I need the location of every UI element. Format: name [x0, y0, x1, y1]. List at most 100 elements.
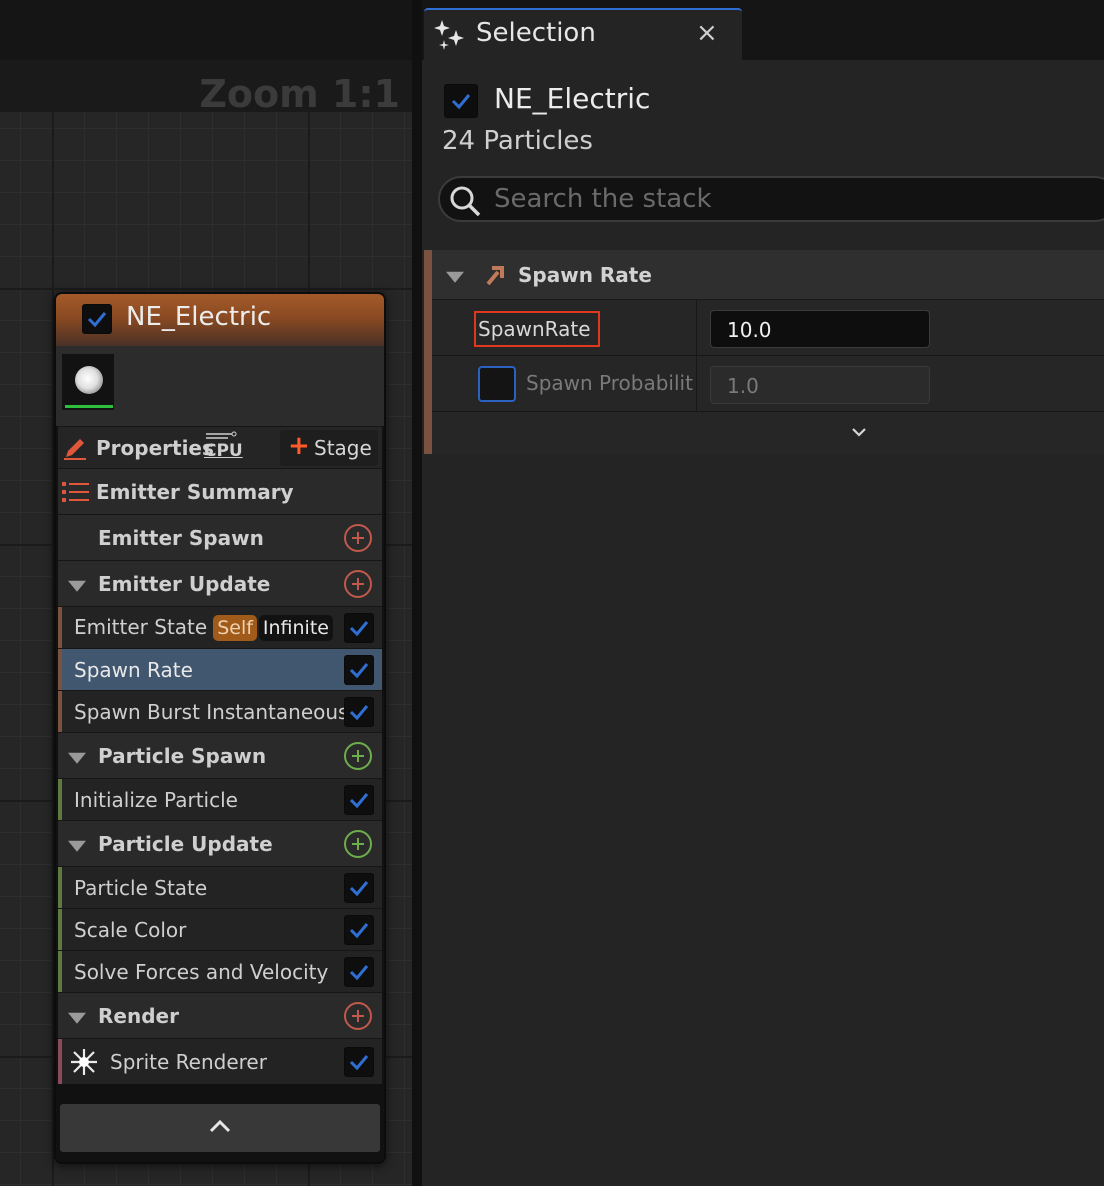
collapse-triangle-icon[interactable] [68, 1012, 86, 1024]
render-module-stripe [58, 1039, 62, 1084]
particle-count: 24 Particles [442, 126, 593, 156]
properties-label: Properties [96, 435, 214, 460]
chevron-up-icon [209, 1119, 231, 1133]
particle-spawn-label: Particle Spawn [98, 743, 267, 768]
emitter-thumbnail[interactable] [62, 354, 114, 410]
particle-module-stripe [58, 779, 62, 820]
collapse-triangle-icon[interactable] [68, 840, 86, 852]
cpu-label: CPU [204, 441, 243, 461]
module-row-particle-state[interactable]: Particle State [58, 866, 382, 908]
collapse-triangle-icon[interactable] [446, 271, 464, 283]
spawn-probability-value-field[interactable]: 1.0 [710, 366, 930, 404]
add-module-emitter-update-button[interactable] [344, 569, 372, 598]
column-divider [696, 356, 697, 411]
graph-canvas[interactable]: Zoom 1:1 NE_Electric Properties CPU + St… [0, 0, 412, 1186]
module-row-initialize-particle[interactable]: Initialize Particle [58, 778, 382, 820]
spawn-probability-enable-checkbox[interactable] [478, 366, 516, 402]
emitter-node-header[interactable]: NE_Electric [56, 294, 384, 346]
spawn-rate-section-header[interactable]: Spawn Rate [432, 250, 1104, 300]
expand-advanced-button[interactable] [432, 412, 1104, 454]
add-stage-button[interactable]: + Stage [280, 430, 378, 466]
stage-label: Stage [314, 436, 372, 460]
sprite-renderer-enable-checkbox[interactable] [344, 1046, 374, 1077]
panel-splitter[interactable] [412, 0, 422, 1186]
initialize-particle-enable-checkbox[interactable] [344, 784, 374, 815]
add-module-emitter-spawn-button[interactable] [344, 523, 372, 552]
spawn-burst-label: Spawn Burst Instantaneous [74, 699, 349, 724]
emitter-summary-label: Emitter Summary [96, 479, 294, 504]
selection-tab-title: Selection [476, 18, 596, 48]
module-stack: Spawn Rate SpawnRate 10.0 Spawn Probabil… [424, 250, 1104, 454]
properties-row[interactable]: Properties CPU + Stage [58, 426, 382, 468]
add-module-particle-spawn-button[interactable] [344, 741, 372, 770]
emitter-state-enable-checkbox[interactable] [344, 612, 374, 643]
module-row-spawn-burst[interactable]: Spawn Burst Instantaneous [58, 690, 382, 732]
emitter-node[interactable]: NE_Electric Properties CPU + Stage Emitt… [54, 292, 386, 1164]
search-input[interactable] [494, 182, 1094, 216]
scale-color-enable-checkbox[interactable] [344, 914, 374, 945]
close-tab-button[interactable]: × [696, 18, 718, 48]
check-icon [87, 312, 107, 328]
emitter-spawn-group[interactable]: Emitter Spawn [58, 514, 382, 560]
render-group[interactable]: Render [58, 992, 382, 1038]
particle-update-group[interactable]: Particle Update [58, 820, 382, 866]
param-row-spawnrate[interactable]: SpawnRate 10.0 [432, 300, 1104, 356]
check-icon [349, 964, 369, 980]
emitter-enable-checkbox[interactable] [82, 304, 112, 334]
emitter-spawn-label: Emitter Spawn [98, 525, 264, 550]
spawn-burst-enable-checkbox[interactable] [344, 696, 374, 727]
pencil-icon [64, 439, 86, 460]
particle-preview-sphere [75, 366, 103, 394]
collapse-triangle-icon[interactable] [68, 752, 86, 764]
solve-forces-enable-checkbox[interactable] [344, 956, 374, 987]
sparkle-burst-icon [71, 1049, 97, 1075]
sprite-renderer-label: Sprite Renderer [110, 1049, 267, 1074]
solve-forces-label: Solve Forces and Velocity [74, 959, 329, 984]
emitter-summary-row[interactable]: Emitter Summary [58, 468, 382, 514]
param-name-spawnrate[interactable]: SpawnRate [474, 311, 600, 347]
emitter-module-stripe [58, 607, 62, 648]
module-row[interactable]: Emitter State Self Infinite [58, 606, 382, 648]
tab-selection[interactable]: Selection × [424, 8, 742, 60]
particle-update-label: Particle Update [98, 831, 273, 856]
emitter-state-label: Emitter State [74, 614, 208, 639]
panel-emitter-enable-checkbox[interactable] [444, 84, 478, 118]
module-row-spawn-rate[interactable]: Spawn Rate [58, 648, 382, 690]
spawnrate-value-field[interactable]: 10.0 [710, 310, 930, 348]
collapse-node-button[interactable] [60, 1104, 380, 1152]
module-row-label: Emitter State Self Infinite [74, 614, 333, 641]
render-label: Render [98, 1003, 179, 1028]
section-title: Spawn Rate [518, 263, 652, 287]
module-row-scale-color[interactable]: Scale Color [58, 908, 382, 950]
add-renderer-button[interactable] [344, 1001, 372, 1030]
search-icon [450, 186, 481, 217]
check-icon [349, 620, 369, 636]
plus-icon: + [288, 431, 310, 461]
spawn-rate-enable-checkbox[interactable] [344, 654, 374, 685]
arrow-up-right-icon [486, 266, 504, 286]
spawn-rate-label: Spawn Rate [74, 657, 193, 682]
infinite-badge: Infinite [258, 614, 333, 641]
emitter-update-label: Emitter Update [98, 571, 271, 596]
check-icon [349, 1054, 369, 1070]
module-row-sprite-renderer[interactable]: Sprite Renderer [58, 1038, 382, 1084]
add-module-particle-update-button[interactable] [344, 829, 372, 858]
collapse-triangle-icon[interactable] [68, 580, 86, 592]
self-badge: Self [213, 614, 257, 641]
particle-state-label: Particle State [74, 875, 208, 900]
check-icon [349, 880, 369, 896]
stack-search-box[interactable] [438, 176, 1104, 222]
particle-state-enable-checkbox[interactable] [344, 872, 374, 903]
check-icon [349, 662, 369, 678]
check-icon [451, 94, 471, 110]
particle-spawn-group[interactable]: Particle Spawn [58, 732, 382, 778]
param-row-spawn-probability[interactable]: Spawn Probabilit 1.0 [432, 356, 1104, 412]
emitter-module-stripe [424, 250, 432, 454]
initialize-particle-label: Initialize Particle [74, 787, 238, 812]
zoom-label: Zoom 1:1 [199, 72, 400, 116]
module-row-solve-forces[interactable]: Solve Forces and Velocity [58, 950, 382, 992]
emitter-update-group[interactable]: Emitter Update [58, 560, 382, 606]
emitter-thumbnail-area [56, 346, 384, 426]
param-name-spawn-probability: Spawn Probabilit [526, 371, 693, 395]
particle-module-stripe [58, 951, 62, 992]
